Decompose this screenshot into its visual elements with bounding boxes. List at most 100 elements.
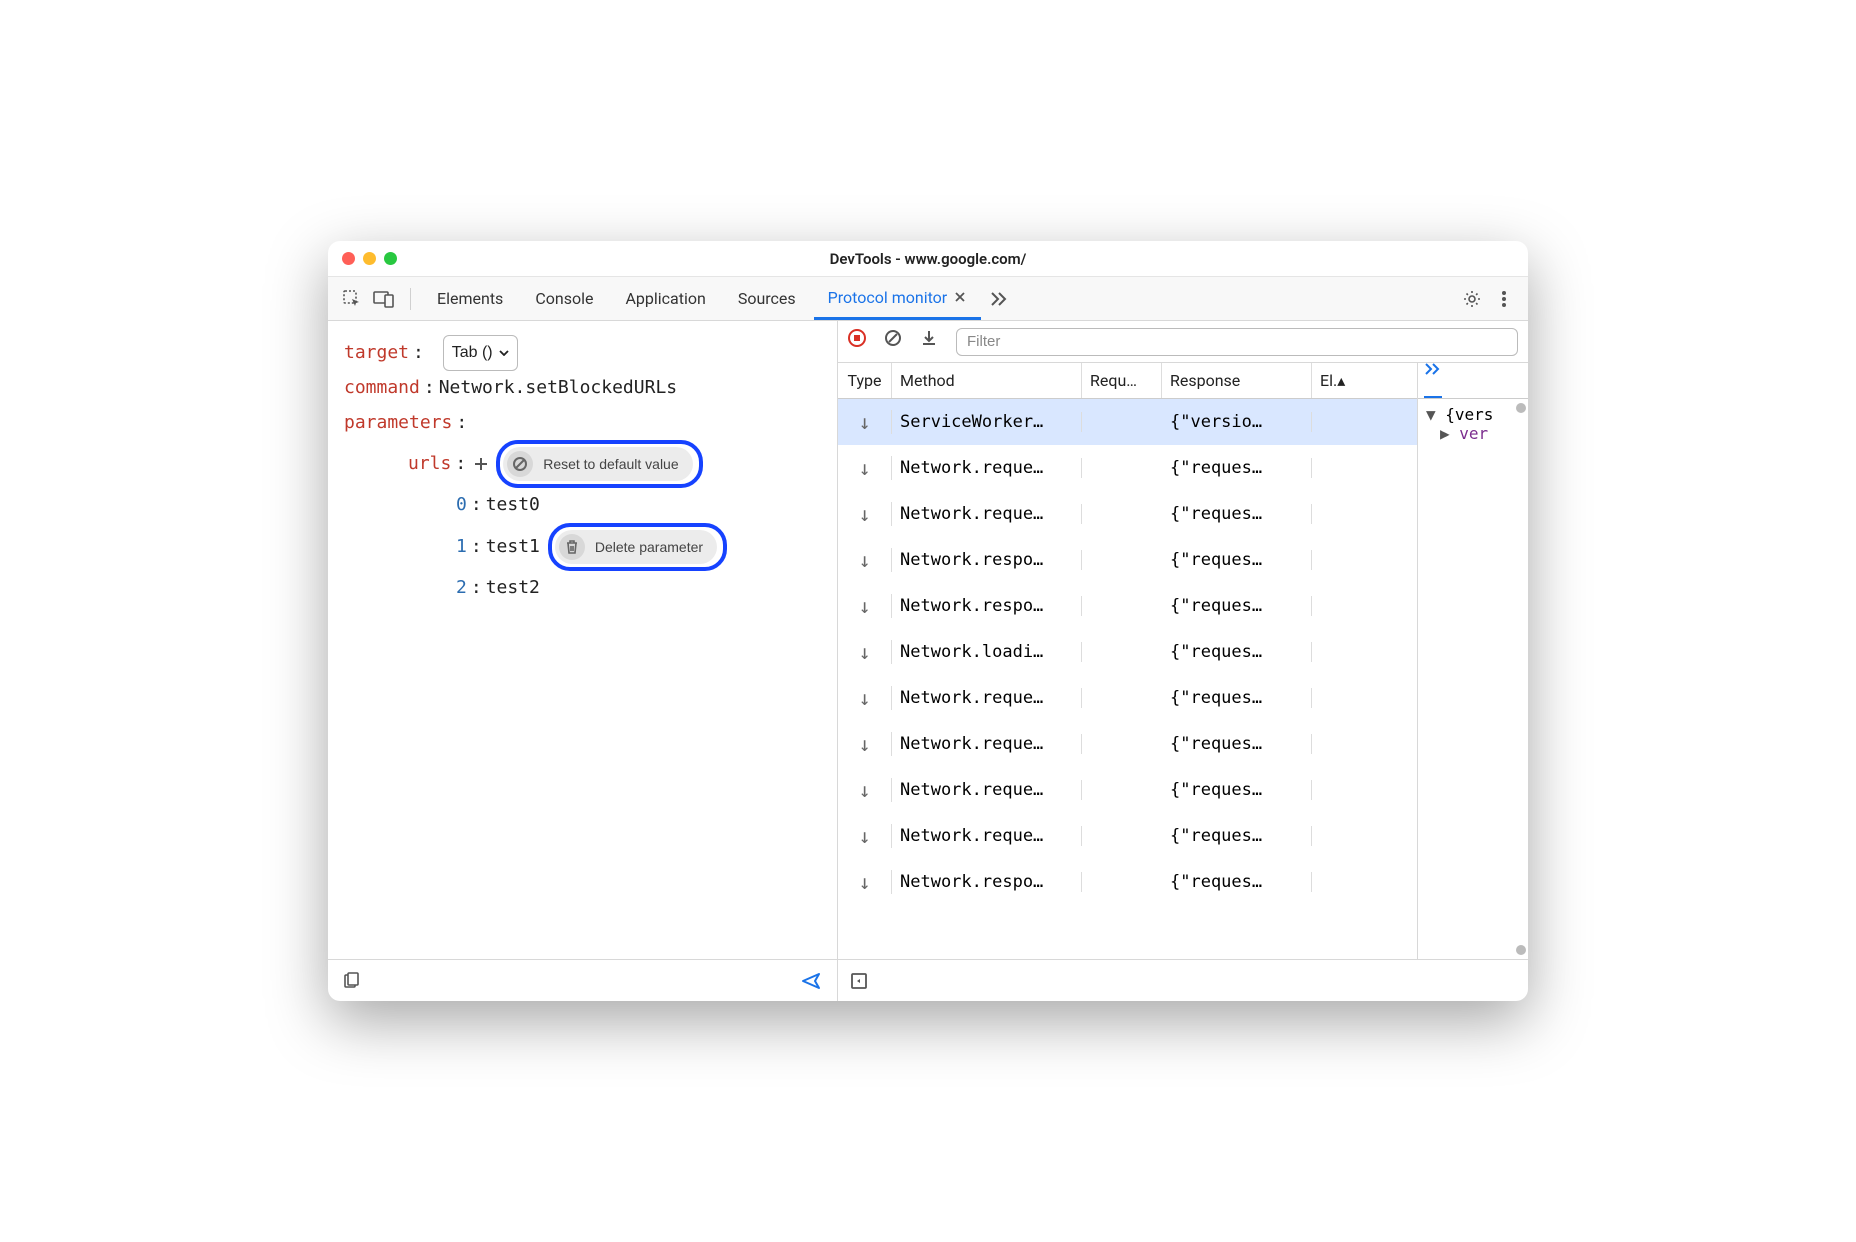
more-detail-tabs-icon[interactable] [1424,363,1442,398]
detail-pane: ▼ {vers ▶ ver [1418,363,1528,959]
col-request[interactable]: Requ… [1082,363,1162,398]
cell-method: Network.reque… [892,826,1082,846]
col-elapsed[interactable]: El.▴ [1312,363,1376,398]
tree-root: {vers [1445,405,1493,424]
caret-down-icon[interactable]: ▼ [1426,405,1445,424]
urls-label: urls [408,447,451,481]
url-value[interactable]: test0 [486,488,540,522]
cell-method: Network.reque… [892,458,1082,478]
reset-tooltip-text: Reset to default value [543,451,678,478]
table-row[interactable]: ↓Network.reque…{"reques… [838,445,1417,491]
target-value: Tab () [452,338,493,368]
copy-icon[interactable] [342,972,360,990]
table-row[interactable]: ↓Network.respo…{"reques… [838,537,1417,583]
incoming-icon: ↓ [858,686,870,710]
clear-icon[interactable] [884,329,910,355]
command-label: command [344,371,420,405]
monitor-body: Type Method Requ… Response El.▴ ↓ Service… [838,363,1528,959]
command-editor-pane: target: Tab () command: Network.setBlock… [328,321,838,1001]
target-label: target [344,336,409,370]
cell-method: Network.loadi… [892,642,1082,662]
tab-application[interactable]: Application [611,277,719,320]
col-type[interactable]: Type [838,363,892,398]
cell-response: {"versio… [1162,412,1312,432]
send-command-icon[interactable] [801,972,823,990]
monitor-footer [838,959,1528,1001]
add-item-icon[interactable] [470,453,492,475]
close-tab-icon[interactable] [953,290,967,304]
close-window-button[interactable] [342,252,355,265]
table-row[interactable]: ↓ Network.respo… {"reques… [838,859,1417,905]
col-response[interactable]: Response [1162,363,1312,398]
cell-response: {"reques… [1162,458,1312,478]
cell-response: {"reques… [1162,734,1312,754]
cell-response: {"reques… [1162,872,1312,892]
cell-response: {"reques… [1162,550,1312,570]
minimize-window-button[interactable] [363,252,376,265]
record-icon[interactable] [848,329,874,355]
target-select[interactable]: Tab () [443,335,518,371]
scroll-thumb[interactable] [1516,945,1526,955]
filter-input[interactable] [956,328,1518,356]
incoming-icon: ↓ [858,548,870,572]
inspect-element-icon[interactable] [338,285,366,313]
incoming-icon: ↓ [858,594,870,618]
traffic-lights [342,252,397,265]
reset-to-default-button[interactable]: Reset to default value [503,447,692,482]
url-index: 1 [456,530,467,564]
incoming-icon: ↓ [858,502,870,526]
table-row[interactable]: ↓ Network.loadi… {"reques… [838,629,1417,675]
cell-response: {"reques… [1162,780,1312,800]
col-method[interactable]: Method [892,363,1082,398]
protocol-monitor-pane: Type Method Requ… Response El.▴ ↓ Service… [838,321,1528,1001]
event-table: Type Method Requ… Response El.▴ ↓ Service… [838,363,1418,959]
more-tabs-icon[interactable] [985,285,1013,313]
devtools-tabbar: Elements Console Application Sources Pro… [328,277,1528,321]
caret-right-icon[interactable]: ▶ [1440,424,1459,443]
command-value[interactable]: Network.setBlockedURLs [439,371,677,405]
editor-footer [328,959,837,1001]
devtools-window: DevTools - www.google.com/ Elements Cons… [328,241,1528,1001]
detail-body[interactable]: ▼ {vers ▶ ver [1418,399,1528,959]
tab-protocol-monitor[interactable]: Protocol monitor [814,277,982,320]
table-body[interactable]: ↓ServiceWorker…{"versio…↓Network.reque…{… [838,399,1417,959]
tab-elements[interactable]: Elements [423,277,517,320]
tree-child: ver [1459,424,1488,443]
prohibit-icon [507,451,533,477]
zoom-window-button[interactable] [384,252,397,265]
url-value[interactable]: test2 [486,571,540,605]
table-row[interactable]: ↓ServiceWorker…{"versio… [838,399,1417,445]
table-row[interactable]: ↓Network.reque…{"reques… [838,767,1417,813]
cell-response: {"reques… [1162,642,1312,662]
cell-method: Network.reque… [892,504,1082,524]
window-title: DevTools - www.google.com/ [830,250,1027,268]
table-row[interactable]: ↓Network.reque…{"reques… [838,721,1417,767]
delete-callout: Delete parameter [548,523,727,572]
trash-icon [559,534,585,560]
url-value[interactable]: test1 [486,530,540,564]
delete-parameter-button[interactable]: Delete parameter [555,530,717,565]
download-icon[interactable] [920,329,946,355]
cell-method: Network.respo… [892,872,1082,892]
table-row[interactable]: ↓Network.reque…{"reques… [838,491,1417,537]
toggle-drawer-icon[interactable] [850,972,868,990]
cell-response: {"reques… [1162,688,1312,708]
monitor-toolbar [838,321,1528,363]
incoming-icon: ↓ [858,640,870,664]
table-row[interactable]: ↓Network.reque…{"reques… [838,675,1417,721]
tab-console[interactable]: Console [521,277,607,320]
table-row[interactable]: ↓Network.respo…{"reques… [838,583,1417,629]
settings-icon[interactable] [1458,285,1486,313]
kebab-menu-icon[interactable] [1490,285,1518,313]
incoming-icon: ↓ [858,870,870,894]
content-area: target: Tab () command: Network.setBlock… [328,321,1528,1001]
scroll-thumb[interactable] [1516,403,1526,413]
table-row[interactable]: ↓Network.reque…{"reques… [838,813,1417,859]
incoming-icon: ↓ [858,732,870,756]
device-toolbar-icon[interactable] [370,285,398,313]
cell-method: ServiceWorker… [892,412,1082,432]
tab-sources[interactable]: Sources [724,277,810,320]
delete-tooltip-text: Delete parameter [595,534,703,561]
cell-method: Network.respo… [892,596,1082,616]
incoming-icon: ↓ [858,824,870,848]
